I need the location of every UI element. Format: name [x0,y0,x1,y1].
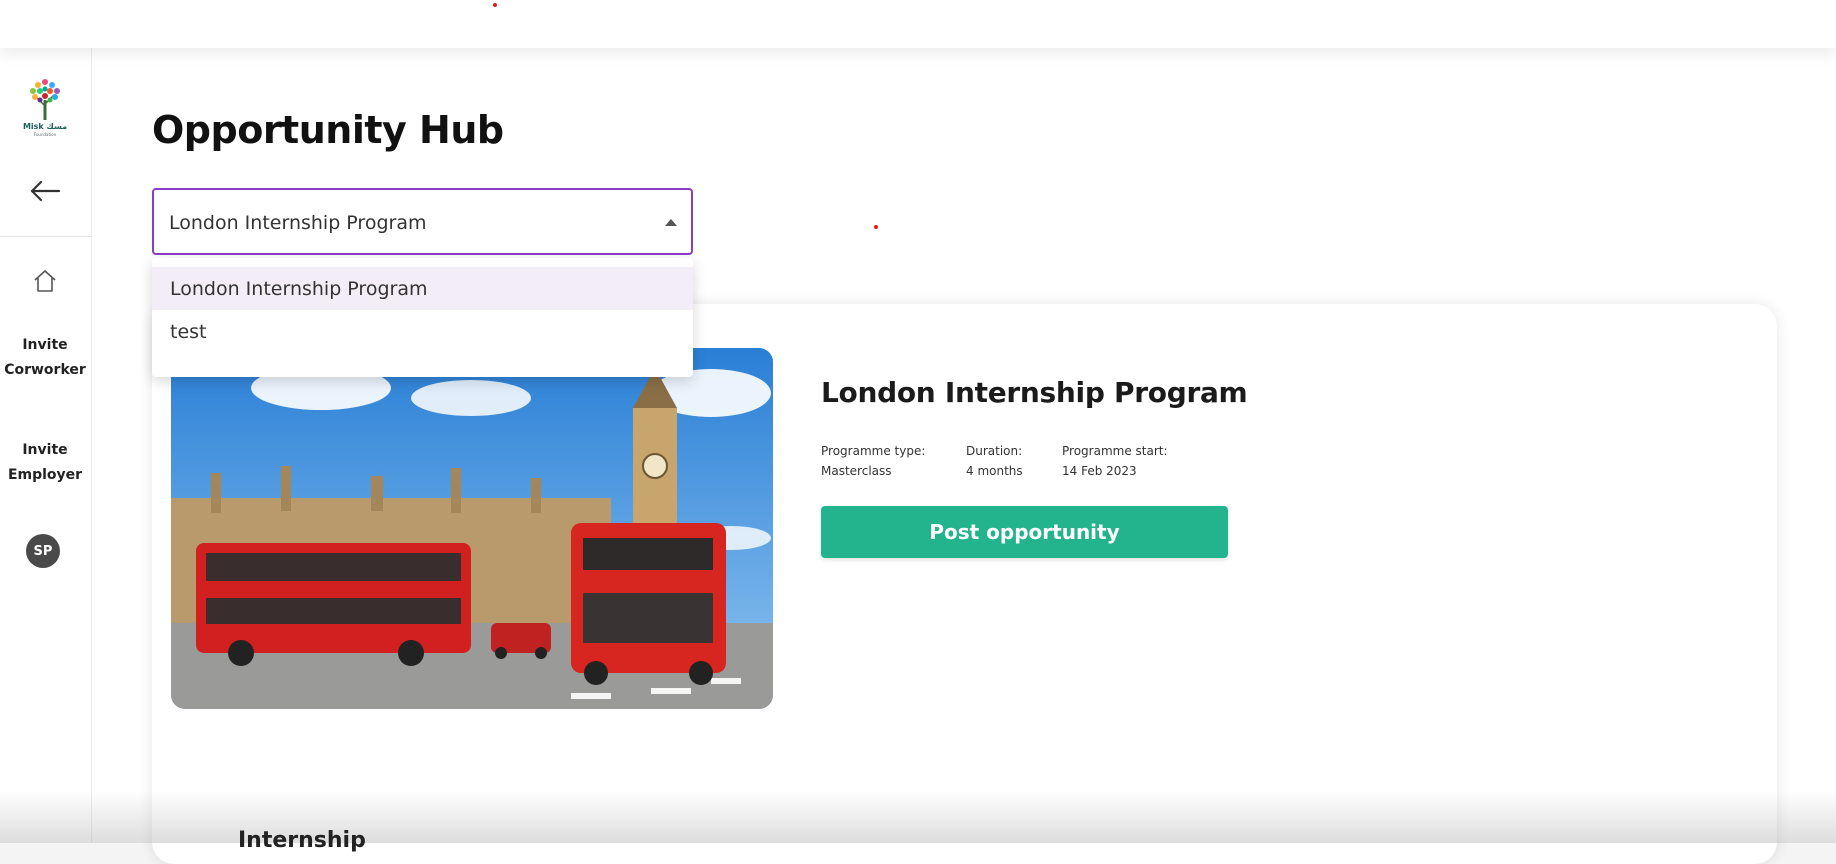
sidebar-item-label: Corworker [4,362,86,378]
logo-text: Misk مسك [22,122,68,131]
caret-up-icon [665,219,677,226]
sidebar-item-label: Invite [22,337,68,353]
meta-duration: Duration: 4 months [966,441,1023,481]
home-icon [34,270,56,292]
arrow-left-icon [30,180,61,202]
back-button[interactable] [27,176,63,206]
tree-logo-icon [30,79,60,120]
program-title: London Internship Program [821,376,1248,409]
sidebar: Misk مسك Foundation Invite Corworker Inv… [0,48,92,843]
meta-programme-type: Programme type: Masterclass [821,441,925,481]
logo-subtext: Foundation [33,132,57,137]
meta-value: 4 months [966,464,1023,478]
meta-programme-start: Programme start: 14 Feb 2023 [1062,441,1168,481]
program-dropdown-menu: London Internship Program test [152,258,693,377]
dropdown-option[interactable]: test [152,310,693,353]
sidebar-divider [0,236,92,237]
misk-logo[interactable]: Misk مسك Foundation [18,76,72,146]
meta-label: Programme type: [821,444,926,458]
avatar[interactable]: SP [26,534,60,568]
sidebar-item-label: Invite [22,442,68,458]
post-opportunity-button[interactable]: Post opportunity [821,506,1228,558]
program-image [171,348,773,709]
dropdown-option[interactable]: London Internship Program [152,267,693,310]
sidebar-item-label: Employer [7,467,83,483]
meta-value: Masterclass [821,464,892,478]
meta-value: 14 Feb 2023 [1062,464,1137,478]
cursor-dot [493,3,497,7]
program-select-value: London Internship Program [169,212,427,234]
london-bus-image [171,348,773,709]
sidebar-item-invite-employer[interactable]: Invite Employer [0,438,90,488]
sidebar-item-home[interactable] [30,266,60,296]
sidebar-item-invite-coworker[interactable]: Invite Corworker [0,333,90,383]
page-title: Opportunity Hub [152,108,504,152]
program-select[interactable]: London Internship Program [152,188,693,255]
cursor-dot [874,225,878,229]
meta-label: Programme start: [1062,444,1168,458]
section-heading-peek: Internship [238,828,366,853]
top-bar [0,0,1836,48]
meta-label: Duration: [966,444,1023,458]
